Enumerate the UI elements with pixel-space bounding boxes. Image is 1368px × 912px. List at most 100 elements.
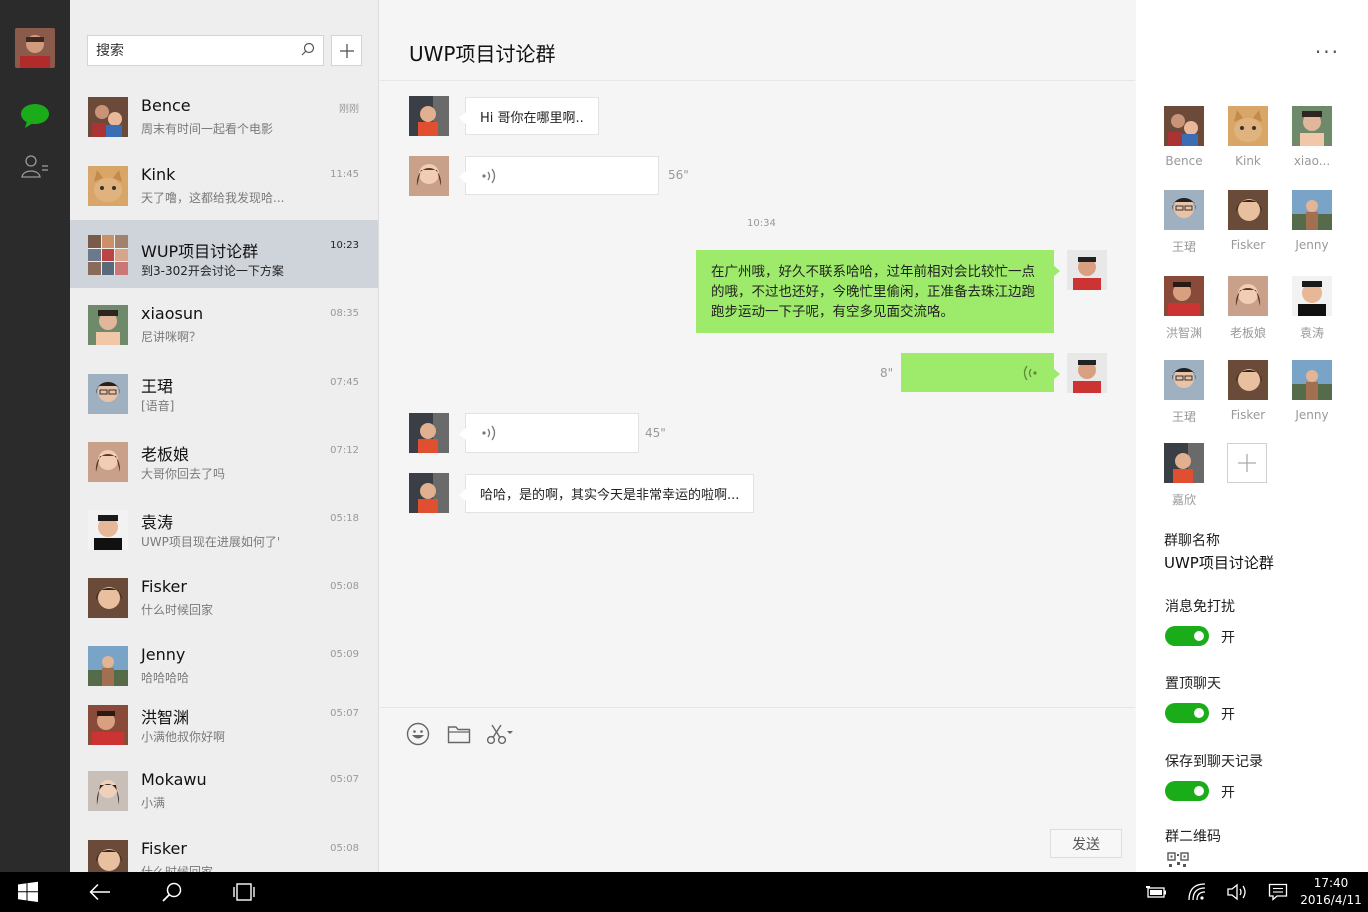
my-message-avatar[interactable] bbox=[1067, 353, 1107, 393]
divider bbox=[380, 80, 1135, 81]
search-icon[interactable] bbox=[160, 880, 184, 904]
contacts-icon[interactable] bbox=[19, 150, 51, 182]
conversation-item[interactable]: 洪智渊 小满他叔你好啊 05:07 bbox=[70, 696, 378, 764]
conversation-preview: 天了噜，这都给我发现哈... bbox=[141, 191, 285, 205]
sender-avatar[interactable] bbox=[409, 473, 449, 513]
conversation-item[interactable]: 老板娘 大哥你回去了吗 07:12 bbox=[70, 433, 378, 501]
avatar bbox=[88, 510, 128, 550]
emoji-icon[interactable] bbox=[405, 722, 431, 746]
conversation-name: 王珺 bbox=[141, 377, 174, 396]
conversation-preview: UWP项目现在进展如何了' bbox=[141, 535, 281, 549]
add-button[interactable] bbox=[331, 35, 362, 66]
voice-message[interactable] bbox=[459, 413, 639, 453]
search-box[interactable] bbox=[87, 35, 324, 66]
member-item[interactable]: Kink bbox=[1223, 106, 1273, 168]
more-options-icon[interactable]: ··· bbox=[1315, 40, 1340, 64]
member-item[interactable]: 王珺 bbox=[1159, 190, 1209, 255]
my-message-avatar[interactable] bbox=[1067, 250, 1107, 290]
message-timestamp: 10:34 bbox=[747, 218, 776, 229]
member-item[interactable]: 老板娘 bbox=[1223, 276, 1273, 341]
avatar bbox=[88, 442, 128, 482]
group-name-label: 群聊名称 bbox=[1164, 533, 1220, 549]
system-clock[interactable]: 17:40 2016/4/11 bbox=[1300, 875, 1362, 909]
conversation-name: xiaosun bbox=[141, 304, 204, 323]
search-input[interactable] bbox=[96, 42, 301, 59]
member-item[interactable]: 洪智渊 bbox=[1159, 276, 1209, 341]
member-item[interactable]: Bence bbox=[1159, 106, 1209, 168]
group-name-value[interactable]: UWP项目讨论群 bbox=[1164, 552, 1274, 573]
task-view-icon[interactable] bbox=[232, 880, 256, 904]
save-state: 开 bbox=[1221, 785, 1235, 801]
mute-toggle[interactable] bbox=[1165, 626, 1209, 646]
battery-icon[interactable] bbox=[1145, 880, 1169, 904]
conversation-name: Bence bbox=[141, 96, 191, 115]
windows-start-icon[interactable] bbox=[16, 880, 40, 904]
member-item[interactable]: Jenny bbox=[1287, 190, 1337, 252]
avatar bbox=[88, 374, 128, 414]
member-item[interactable]: Jenny bbox=[1287, 360, 1337, 422]
add-member-button[interactable] bbox=[1227, 443, 1267, 483]
member-item[interactable]: Fisker bbox=[1223, 360, 1273, 422]
my-avatar[interactable] bbox=[15, 28, 55, 68]
member-item[interactable]: Fisker bbox=[1223, 190, 1273, 252]
conversation-item[interactable]: Jenny 哈哈哈哈 05:09 bbox=[70, 637, 378, 705]
sender-avatar[interactable] bbox=[409, 156, 449, 196]
conversation-item[interactable]: Mokawu 小满 05:07 bbox=[70, 762, 378, 830]
voice-duration: 8" bbox=[880, 366, 894, 380]
member-item[interactable]: 王珺 bbox=[1159, 360, 1209, 425]
conversation-item[interactable]: Fisker 什么时候回家 05:08 bbox=[70, 831, 378, 872]
conversation-item[interactable]: Kink 天了噜，这都给我发现哈... 11:45 bbox=[70, 157, 378, 225]
conversation-item[interactable]: 袁涛 UWP项目现在进展如何了' 05:18 bbox=[70, 501, 378, 569]
conversation-name: Mokawu bbox=[141, 770, 207, 789]
conversation-item[interactable]: xiaosun 尼讲咪啊？ 08:35 bbox=[70, 296, 378, 364]
voice-wave-icon bbox=[482, 425, 496, 441]
message-bubble[interactable]: 哈哈，是的啊，其实今天是非常幸运的啦啊... bbox=[458, 474, 755, 513]
sender-avatar[interactable] bbox=[409, 96, 449, 136]
clock-time: 17:40 bbox=[1313, 876, 1349, 890]
message-bubble[interactable]: Hi 哥你在哪里啊.. bbox=[459, 97, 599, 135]
qr-code-icon[interactable] bbox=[1167, 852, 1191, 872]
member-item[interactable]: 嘉欣 bbox=[1159, 443, 1209, 508]
save-toggle[interactable] bbox=[1165, 781, 1209, 801]
conversation-name: Fisker bbox=[141, 577, 187, 596]
member-avatar bbox=[1292, 106, 1332, 146]
folder-icon[interactable] bbox=[446, 722, 472, 746]
member-name: 王珺 bbox=[1171, 410, 1196, 424]
voice-message-self[interactable] bbox=[901, 353, 1060, 392]
wifi-icon[interactable] bbox=[1186, 880, 1210, 904]
search-icon[interactable] bbox=[301, 41, 315, 60]
conversation-time: 07:12 bbox=[330, 445, 359, 456]
avatar bbox=[88, 771, 128, 811]
conversation-name: Kink bbox=[141, 165, 176, 184]
message-bubble-self[interactable]: 在广州哦，好久不联系哈哈，过年前相对会比较忙一点的哦，不过也还好，今晚忙里偷闲，… bbox=[696, 250, 1060, 333]
member-avatar bbox=[1164, 190, 1204, 230]
back-arrow-icon[interactable] bbox=[88, 880, 112, 904]
member-item[interactable]: 袁涛 bbox=[1287, 276, 1337, 341]
sender-avatar[interactable] bbox=[409, 413, 449, 453]
voice-wave-icon bbox=[1023, 365, 1037, 380]
volume-icon[interactable] bbox=[1225, 880, 1249, 904]
member-name: Kink bbox=[1235, 154, 1261, 168]
conversation-preview: 什么时候回家 bbox=[141, 865, 214, 872]
pin-toggle[interactable] bbox=[1165, 703, 1209, 723]
pin-state: 开 bbox=[1221, 707, 1235, 723]
member-item[interactable]: xiao... bbox=[1287, 106, 1337, 168]
conversation-name: Jenny bbox=[141, 645, 186, 664]
conversation-preview: [语音] bbox=[141, 399, 175, 413]
conversation-item-active[interactable]: WUP项目讨论群 到3-302开会讨论一下方案 10:23 bbox=[70, 220, 378, 288]
conversation-item[interactable]: Fisker 什么时候回家 05:08 bbox=[70, 569, 378, 637]
pin-label: 置顶聊天 bbox=[1165, 676, 1221, 692]
notifications-icon[interactable] bbox=[1266, 880, 1290, 904]
member-avatar bbox=[1164, 106, 1204, 146]
voice-message[interactable] bbox=[459, 156, 659, 195]
chat-area: UWP项目讨论群 Hi 哥你在哪里啊.. 56" 10:34 在广州哦，好久不联… bbox=[380, 0, 1135, 872]
conversation-item[interactable]: 王珺 [语音] 07:45 bbox=[70, 365, 378, 433]
send-button[interactable]: 发送 bbox=[1050, 829, 1122, 858]
member-name: xiao... bbox=[1293, 154, 1331, 168]
left-rail bbox=[0, 0, 70, 872]
screenshot-scissors-icon[interactable] bbox=[486, 722, 516, 746]
conversation-item[interactable]: Bence 周末有时间一起看个电影 刚刚 bbox=[70, 88, 378, 156]
chat-icon[interactable] bbox=[19, 100, 51, 132]
member-name: Jenny bbox=[1295, 408, 1329, 422]
conversation-time: 05:08 bbox=[330, 843, 359, 854]
